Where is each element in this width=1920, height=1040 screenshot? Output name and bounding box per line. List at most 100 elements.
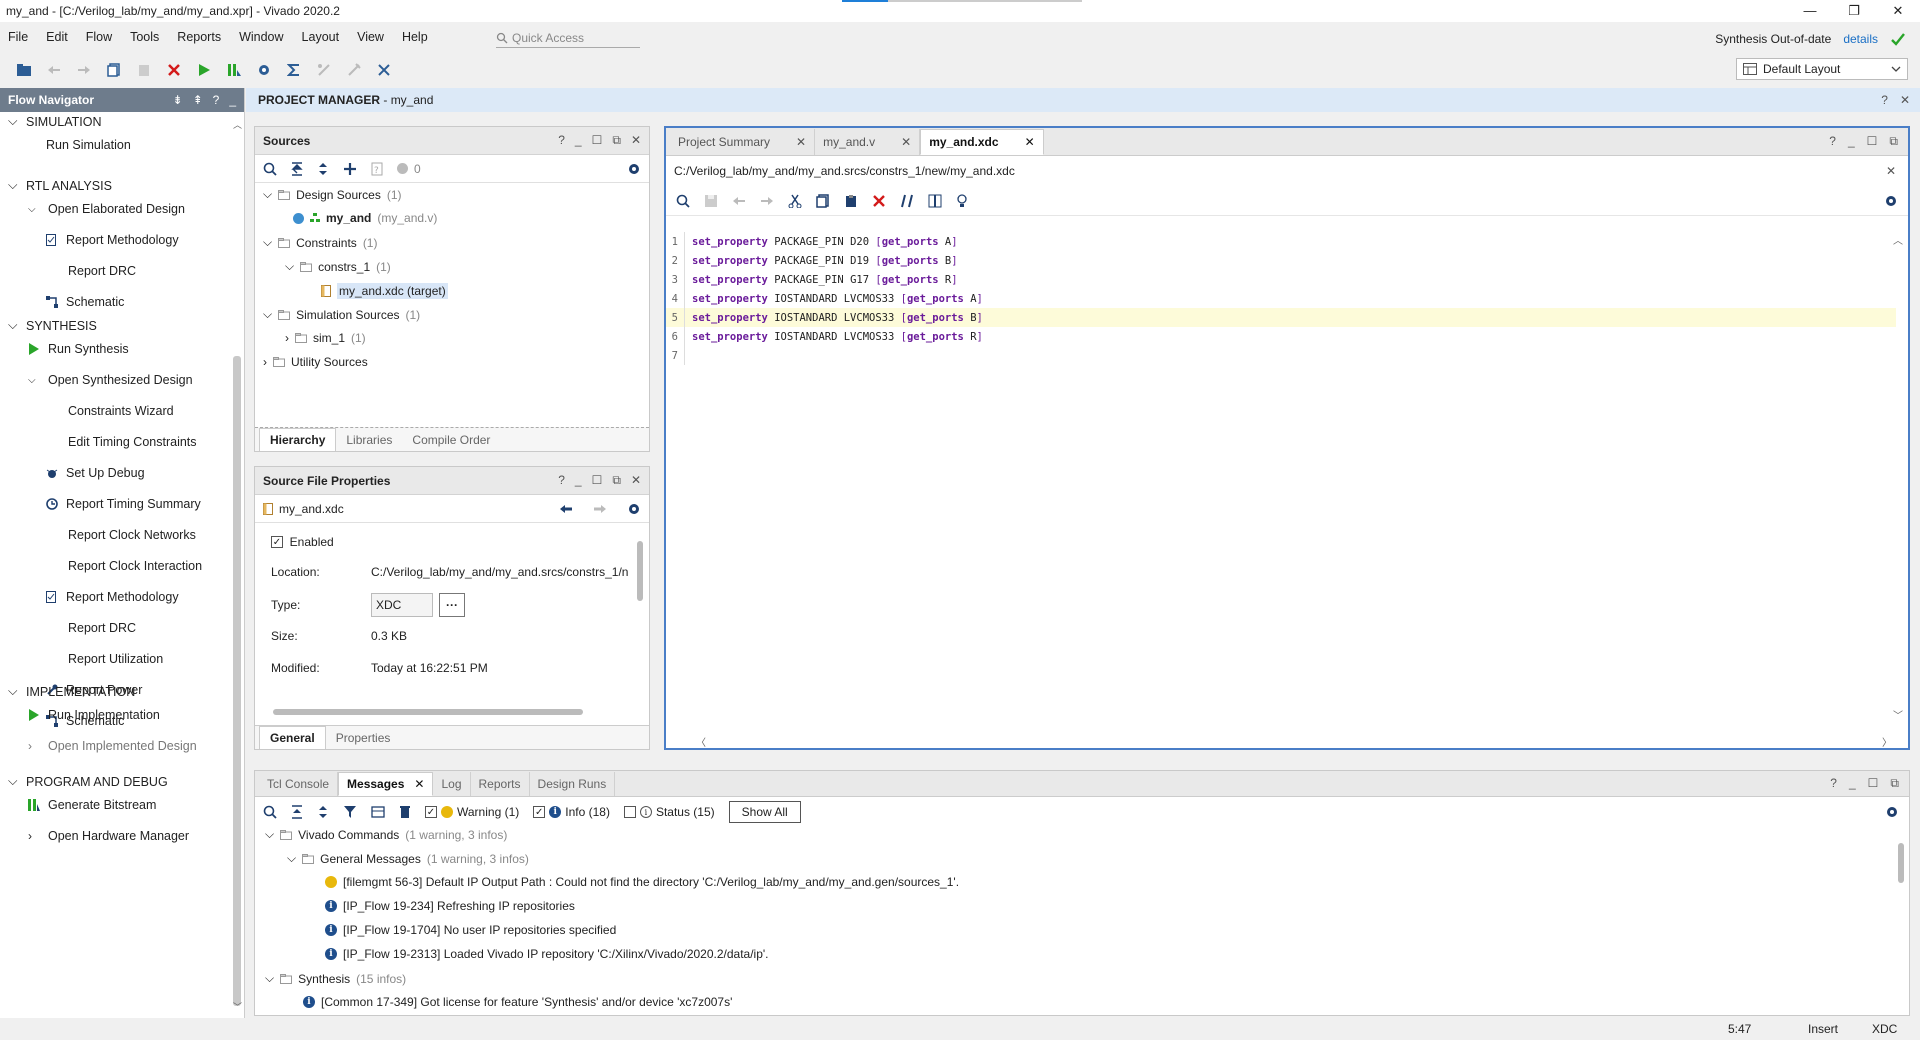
comment-icon[interactable]	[900, 194, 914, 208]
nav-item[interactable]: Report Methodology	[46, 590, 179, 604]
code-line[interactable]: 6 set_property IOSTANDARD LVCMOS33 [get_p…	[666, 327, 1896, 346]
nav-item[interactable]: Report Clock Interaction	[68, 559, 202, 573]
cross-tool-icon[interactable]	[374, 60, 394, 80]
show-all-button[interactable]: Show All	[728, 801, 801, 823]
tree-row-simulation-sources[interactable]: ⌵ Simulation Sources (1)	[263, 307, 420, 322]
nav-section[interactable]: ⌵ SYNTHESIS	[8, 318, 97, 333]
menu-reports[interactable]: Reports	[177, 30, 221, 44]
tree-row-xdc-file[interactable]: my_and.xdc (target)	[321, 283, 448, 299]
nav-item[interactable]: Edit Timing Constraints	[68, 435, 197, 449]
close-icon[interactable]: ✕	[901, 135, 911, 149]
nav-item[interactable]: Report Clock Networks	[68, 528, 196, 542]
save-icon[interactable]	[704, 194, 718, 208]
tree-row-constraints[interactable]: ⌵ Constraints (1)	[263, 235, 377, 250]
menu-edit[interactable]: Edit	[46, 30, 68, 44]
float-panel-icon[interactable]: ⧉	[612, 473, 621, 488]
settings-gear-icon[interactable]	[627, 502, 641, 516]
tab-design-runs[interactable]: Design Runs	[530, 772, 616, 796]
maximize-button[interactable]: ❐	[1832, 0, 1876, 22]
menu-flow[interactable]: Flow	[86, 30, 112, 44]
program-device-icon[interactable]	[224, 60, 244, 80]
close-icon[interactable]: ✕	[631, 473, 641, 488]
tree-row-my-and[interactable]: my_and (my_and.v)	[293, 211, 437, 225]
nav-item[interactable]: ⌵ Open Elaborated Design	[28, 202, 185, 216]
document-icon[interactable]: ?	[371, 162, 383, 176]
nav-item[interactable]: Run Simulation	[46, 138, 131, 152]
tree-row-general-messages[interactable]: ⌵ General Messages (1 warning, 3 infos)	[287, 851, 529, 866]
tab-tcl-console[interactable]: Tcl Console	[259, 772, 339, 796]
search-icon[interactable]	[263, 805, 277, 819]
tree-row-sim-1[interactable]: › sim_1 (1)	[285, 331, 366, 345]
tab-my-and-xdc[interactable]: my_and.xdc ✕	[920, 129, 1044, 155]
expand-all-icon[interactable]: ⇞	[193, 93, 203, 107]
nav-section[interactable]: ⌵ PROGRAM AND DEBUG	[8, 774, 168, 789]
tab-properties[interactable]: Properties	[326, 727, 401, 749]
delete-icon[interactable]	[872, 194, 886, 208]
nav-section[interactable]: ⌵ RTL ANALYSIS	[8, 178, 112, 193]
search-icon[interactable]	[676, 194, 690, 208]
tab-my-and-v[interactable]: my_and.v ✕	[815, 129, 921, 155]
maximize-panel-icon[interactable]: ☐	[1868, 776, 1879, 791]
collapse-all-icon[interactable]	[291, 805, 303, 819]
synthesis-details-link[interactable]: details	[1843, 32, 1878, 46]
copy-icon[interactable]	[104, 60, 124, 80]
help-icon[interactable]: ?	[1881, 93, 1888, 107]
tree-row-design-sources[interactable]: ⌵ Design Sources (1)	[263, 187, 402, 202]
trash-icon[interactable]	[399, 805, 411, 819]
tree-row-synthesis[interactable]: ⌵ Synthesis (15 infos)	[265, 971, 406, 986]
copy-icon[interactable]	[816, 193, 830, 208]
debug-wand-icon[interactable]	[344, 60, 364, 80]
tree-row-vivado-commands[interactable]: ⌵ Vivado Commands (1 warning, 3 infos)	[265, 827, 507, 842]
float-panel-icon[interactable]: ⧉	[1889, 134, 1898, 149]
scroll-down-icon[interactable]: ﹀	[1893, 707, 1903, 722]
warning-checkbox[interactable]: ✓	[425, 806, 437, 818]
tab-reports[interactable]: Reports	[471, 772, 530, 796]
enabled-checkbox[interactable]: ✓	[271, 536, 283, 548]
close-icon[interactable]: ✕	[796, 135, 806, 149]
stop-icon[interactable]	[164, 60, 184, 80]
info-filter[interactable]: ✓ i Info (18)	[533, 805, 610, 819]
status-checkbox[interactable]	[623, 806, 636, 818]
maximize-panel-icon[interactable]: ☐	[1867, 134, 1878, 149]
status-filter[interactable]: i Status (15)	[623, 805, 715, 819]
close-icon[interactable]: ✕	[1886, 164, 1896, 178]
settings-gear-icon[interactable]	[1884, 194, 1898, 208]
nav-item[interactable]: Report Timing Summary	[46, 497, 201, 511]
maximize-panel-icon[interactable]: ☐	[592, 473, 603, 488]
paste-icon[interactable]	[134, 60, 154, 80]
scroll-left-icon[interactable]: 〈	[696, 734, 706, 749]
menu-window[interactable]: Window	[239, 30, 283, 44]
lightbulb-icon[interactable]	[956, 193, 968, 208]
close-icon[interactable]: ✕	[631, 133, 641, 148]
message-row[interactable]: i [IP_Flow 19-2313] Loaded Vivado IP repo…	[325, 947, 769, 961]
help-icon[interactable]: ?	[1829, 134, 1836, 149]
menu-layout[interactable]: Layout	[302, 30, 340, 44]
paste-icon[interactable]	[844, 194, 858, 208]
scroll-up-icon[interactable]: ︿	[1893, 232, 1903, 247]
minimize-panel-icon[interactable]: _	[575, 133, 582, 148]
nav-item[interactable]: ⌵ Open Synthesized Design	[28, 373, 193, 387]
tab-log[interactable]: Log	[433, 772, 471, 796]
nav-item[interactable]: Report Methodology	[46, 233, 179, 247]
minimize-panel-icon[interactable]: _	[229, 93, 236, 107]
props-vscrollbar[interactable]	[635, 527, 645, 687]
nav-item[interactable]: Generate Bitstream	[28, 798, 156, 812]
code-line[interactable]: 7	[666, 346, 1896, 365]
tree-row-constrs-1[interactable]: ⌵ constrs_1 (1)	[285, 259, 391, 274]
layout-selector[interactable]: Default Layout	[1736, 58, 1908, 80]
tab-hierarchy[interactable]: Hierarchy	[259, 428, 337, 451]
enabled-checkbox-row[interactable]: ✓ Enabled	[271, 535, 334, 549]
code-area[interactable]: 1 set_property PACKAGE_PIN D20 [get_ports…	[666, 232, 1896, 732]
message-row[interactable]: i [Common 17-349] Got license for feature…	[303, 995, 732, 1009]
help-icon[interactable]: ?	[558, 133, 565, 148]
help-icon[interactable]: ?	[1830, 776, 1837, 791]
nav-item[interactable]: Constraints Wizard	[68, 404, 174, 418]
group-icon[interactable]	[371, 805, 385, 819]
settings-gear-icon[interactable]	[254, 60, 274, 80]
help-icon[interactable]: ?	[213, 93, 220, 107]
settings-gear-icon[interactable]	[1885, 805, 1899, 819]
auto-connect-icon[interactable]	[314, 60, 334, 80]
flow-navigator-scrollbar[interactable]: ︿ ﹀	[232, 118, 242, 1013]
code-line[interactable]: 4 set_property IOSTANDARD LVCMOS33 [get_p…	[666, 289, 1896, 308]
redo-icon[interactable]	[760, 195, 774, 207]
